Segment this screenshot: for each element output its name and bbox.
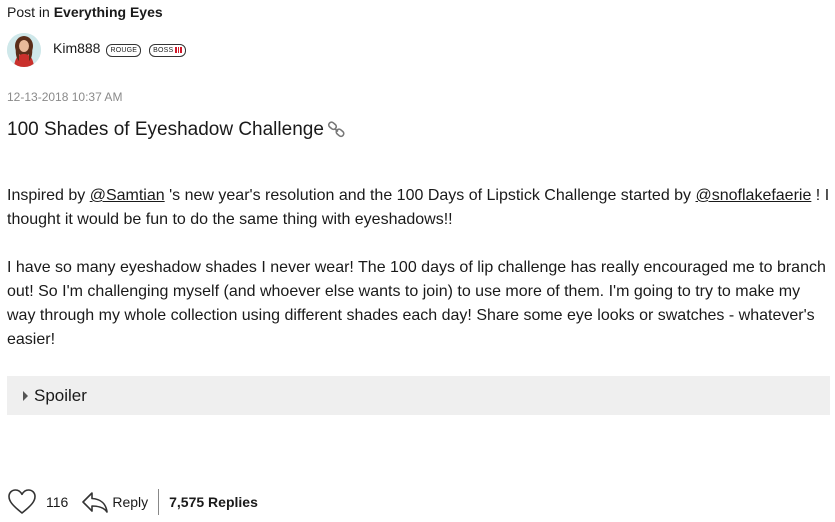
avatar-image [7,33,41,67]
rank-badge-rouge-label: ROUGE [110,46,138,54]
text-span: 's new year's resolution and the 100 Day… [164,187,696,204]
rank-badge-boss-label: BOSS [153,46,174,54]
avatar[interactable] [7,33,41,67]
heart-icon[interactable] [7,488,37,516]
caret-right-icon [23,390,28,401]
post-timestamp: 12-13-2018 10:37 AM [7,90,122,104]
post-title: 100 Shades of Eyeshadow Challenge [7,119,324,140]
reply-arrow-icon [81,490,109,514]
rank-badge-rouge: ROUGE [106,43,142,57]
reply-label: Reply [112,494,149,510]
link-icon[interactable] [327,120,347,145]
author-name[interactable]: Kim888 [53,40,100,56]
mention-link-samtian[interactable]: @Samtian [90,187,165,204]
post-footer: 116 Reply 7,575 Replies [7,486,258,518]
mention-link-snoflakefaerie[interactable]: @snoflakefaerie [696,187,812,204]
post-time: 10:37 AM [71,90,123,104]
spoiler-label: Spoiler [34,385,87,405]
boss-bars-icon [175,47,182,53]
post-title-row: 100 Shades of Eyeshadow Challenge [7,119,347,145]
replies-count-link[interactable]: 7,575 Replies [169,494,258,510]
kudos-count: 116 [46,494,69,510]
board-link[interactable]: Everything Eyes [54,4,163,20]
rank-badge-boss: BOSS [149,43,186,57]
reply-button[interactable]: Reply [81,490,148,514]
post-page: Post in Everything Eyes Kim888 ROUGE BOS… [0,0,835,522]
author-row: Kim888 ROUGE BOSS [7,32,186,68]
post-paragraph: I have so many eyeshadow shades I never … [7,259,826,348]
post-paragraph: Inspired by @Samtian 's new year's resol… [7,184,831,232]
spoiler-toggle[interactable]: Spoiler [7,376,830,415]
post-location: Post in Everything Eyes [7,4,163,20]
footer-divider [158,489,160,515]
text-span: Inspired by [7,187,90,204]
post-location-prefix: Post in [7,4,50,20]
post-body: Inspired by @Samtian 's new year's resol… [7,184,831,376]
post-date: 12-13-2018 [7,90,69,104]
